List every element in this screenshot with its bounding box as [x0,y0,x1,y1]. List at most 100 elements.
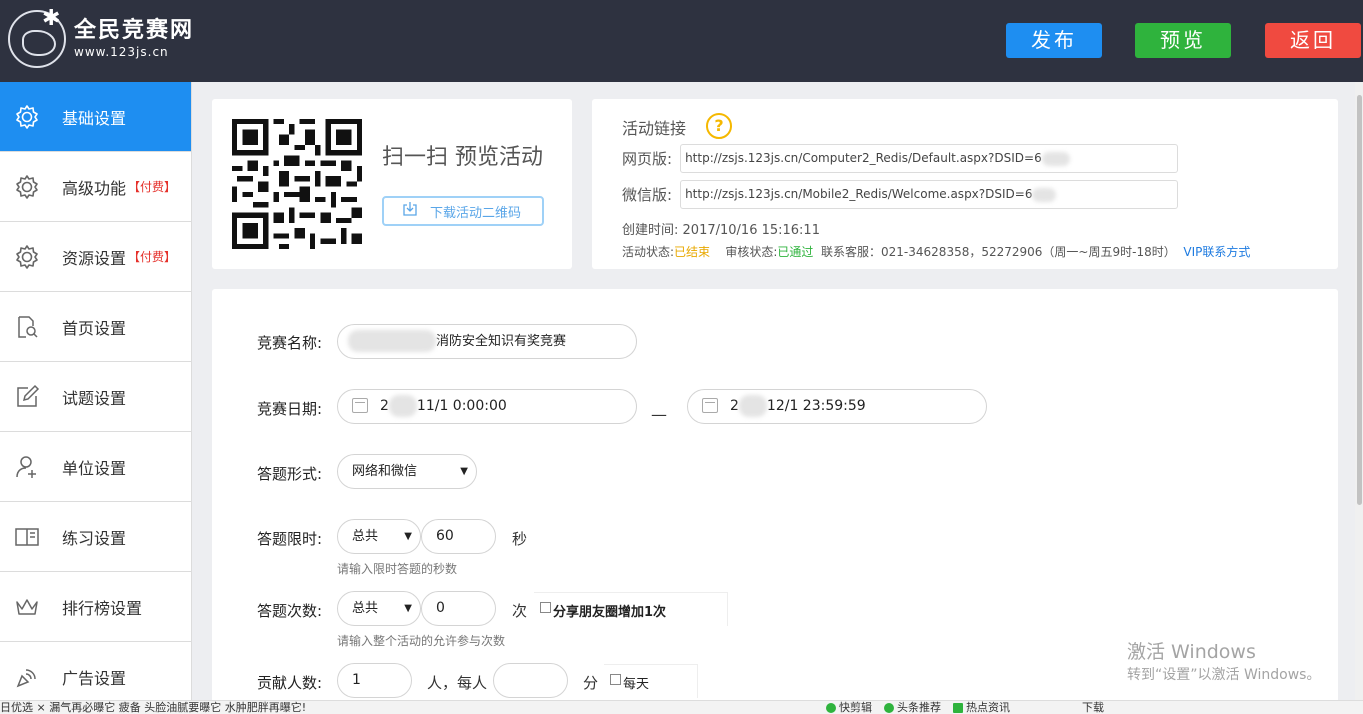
edit-icon [14,384,40,410]
created-value: 2017/10/16 15:16:11 [682,223,820,238]
status-item-news[interactable]: 热点资讯 [953,701,1010,714]
per-person-unit: 人，每人 [427,674,488,692]
web-url-field[interactable]: http://zsjs.123js.cn/Computer2_Redis/Def… [680,144,1179,173]
created-time: 创建时间: 2017/10/16 15:16:11 [622,219,820,238]
top-header: 全民竞赛网 www.123js.cn 发布 预览 返回 [0,0,1363,82]
contest-name-value: 消防安全知识有奖竞赛 [436,334,567,349]
count-scope-value: 总共 [352,601,379,616]
date-separator: — [651,405,667,424]
web-link-label: 网页版: [622,150,673,168]
sidebar-item-homepage[interactable]: 首页设置 [0,292,191,362]
download-qr-label: 下载活动二维码 [430,205,522,221]
sidebar-item-label: 试题设置 [62,388,127,408]
sidebar-item-label: 首页设置 [62,318,127,338]
gear-icon [14,104,40,130]
time-scope-select[interactable]: 总共 ▼ [337,519,421,554]
sidebar-item-label: 资源设置 [62,248,127,268]
sidebar-item-resources[interactable]: 资源设置 【付费】 [0,222,191,292]
sidebar-item-basic-settings[interactable]: 基础设置 [0,82,191,152]
paid-tag: 【付费】 [128,250,177,264]
site-logo[interactable]: 全民竞赛网 www.123js.cn [8,6,195,68]
browser-status-bar: 日优选 ⨯ 漏气再必曝它 疲备 头脸油腻要曝它 水肿肥胖再曝它! 快剪辑 头条推… [0,700,1363,714]
end-date-value: 12/1 23:59:59 [766,398,866,414]
preview-button[interactable]: 预览 [1135,23,1231,58]
share-bonus-checkbox[interactable]: 分享朋友圈增加1次 [540,601,666,620]
windows-activation-hint: 转到“设置”以激活 Windows。 [1127,667,1321,683]
checkbox-icon [540,602,551,613]
back-button[interactable]: 返回 [1265,23,1361,58]
time-limit-input[interactable]: 60 [421,519,496,554]
dropdown-arrow-icon: ▼ [404,531,412,542]
vip-contact-link[interactable]: VIP联系方式 [1183,245,1250,259]
gear-icon [14,174,40,200]
status-item-headline[interactable]: 头条推荐 [884,701,941,714]
score-input[interactable] [493,663,568,698]
time-limit-label: 答题限时: [257,530,323,548]
review-status-badge: 已通过 [777,245,814,259]
activity-link-card: 活动链接 ? 网页版: http://zsjs.123js.cn/Compute… [592,99,1338,269]
status-item-clip[interactable]: 快剪辑 [826,701,872,714]
start-date-prefix: 2 [380,398,389,414]
status-line: 活动状态:已结束 审核状态:已通过 联系客服：021-34628358，5227… [622,243,1250,260]
sidebar-item-label: 高级功能 [62,178,127,198]
web-url-text: http://zsjs.123js.cn/Computer2_Redis/Def… [685,151,1042,165]
scrollbar-thumb[interactable] [1357,95,1362,505]
logo-icon [8,6,66,68]
sidebar-item-advanced[interactable]: 高级功能 【付费】 [0,152,191,222]
time-limit-hint: 请输入限时答题的秒数 [337,562,458,576]
help-icon[interactable]: ? [706,113,732,139]
checkbox-icon [610,674,621,685]
activity-status-badge: 已结束 [674,245,711,259]
broadcast-icon [14,664,40,690]
logo-url: www.123js.cn [74,45,169,59]
page-search-icon [14,314,40,340]
contest-name-input[interactable]: 消防安全知识有奖竞赛 [337,324,637,359]
contest-name-label: 竞赛名称: [257,334,323,352]
status-item-download[interactable]: 下载 [1082,701,1104,714]
attempt-count-hint: 请输入整个活动的允许参与次数 [337,634,506,648]
sidebar-item-label: 广告设置 [62,668,127,688]
attempt-count-input[interactable]: 0 [421,591,496,626]
crown-icon [14,594,40,620]
logo-title: 全民竞赛网 [74,18,195,43]
download-qr-button[interactable]: 下载活动二维码 [382,196,544,226]
start-date-value: 11/1 0:00:00 [416,398,507,414]
sidebar-item-units[interactable]: 单位设置 [0,432,191,502]
review-status-label: 审核状态: [725,245,778,259]
sidebar-item-practice[interactable]: 练习设置 [0,502,191,572]
qr-code-image [232,119,362,249]
book-icon [14,524,40,550]
paid-tag: 【付费】 [128,180,177,194]
dropdown-arrow-icon: ▼ [460,466,468,477]
end-date-input[interactable]: 2 12/1 23:59:59 [687,389,987,424]
time-scope-value: 总共 [352,529,379,544]
score-unit: 分 [583,674,599,692]
daily-checkbox[interactable]: 每天 [610,673,649,692]
answer-mode-value: 网络和微信 [352,464,418,479]
publish-button[interactable]: 发布 [1006,23,1102,58]
share-bonus-label: 分享朋友圈增加1次 [553,605,667,620]
download-icon [402,201,418,221]
answer-mode-label: 答题形式: [257,465,323,483]
contributors-input[interactable]: 1 [337,663,412,698]
sidebar: 基础设置 高级功能 【付费】 资源设置 【付费】 首页设置 试题设置 单位设置 [0,82,192,712]
sidebar-item-label: 基础设置 [62,108,127,128]
sidebar-item-label: 练习设置 [62,528,127,548]
wechat-url-field[interactable]: http://zsjs.123js.cn/Mobile2_Redis/Welco… [680,180,1179,209]
calendar-icon [352,397,368,413]
activity-status-label: 活动状态: [622,245,675,259]
calendar-icon [702,397,718,413]
answer-mode-select[interactable]: 网络和微信 ▼ [337,454,477,489]
status-ticker: 日优选 ⨯ 漏气再必曝它 疲备 头脸油腻要曝它 水肿肥胖再曝它! [0,701,307,714]
count-scope-select[interactable]: 总共 ▼ [337,591,421,626]
sidebar-item-ranking[interactable]: 排行榜设置 [0,572,191,642]
created-label: 创建时间: [622,223,679,238]
wechat-link-label: 微信版: [622,186,673,204]
start-date-input[interactable]: 2 11/1 0:00:00 [337,389,637,424]
contributors-label: 贡献人数: [257,674,323,692]
web-link-row: 网页版: http://zsjs.123js.cn/Computer2_Redi… [622,144,1179,173]
seconds-unit: 秒 [512,530,528,548]
sidebar-item-questions[interactable]: 试题设置 [0,362,191,432]
activity-link-title: 活动链接 [622,119,687,138]
daily-label: 每天 [623,677,650,692]
